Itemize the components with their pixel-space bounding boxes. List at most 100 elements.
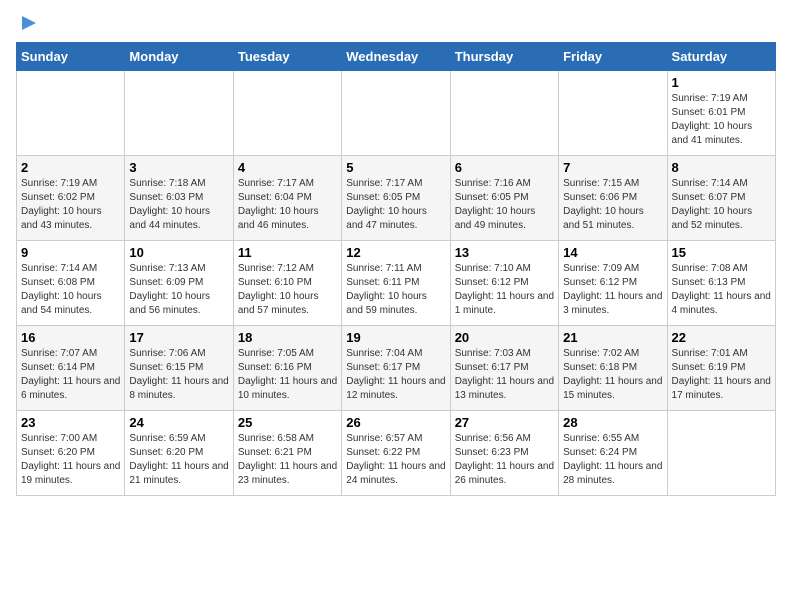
- day-number: 13: [455, 245, 554, 260]
- day-header-friday: Friday: [559, 43, 667, 71]
- day-info: Sunrise: 7:15 AM Sunset: 6:06 PM Dayligh…: [563, 177, 662, 233]
- calendar-cell: [17, 71, 125, 156]
- day-number: 14: [563, 245, 662, 260]
- calendar-cell: 19 Sunrise: 7:04 AM Sunset: 6:17 PM Dayli…: [342, 326, 450, 411]
- day-number: 19: [346, 330, 445, 345]
- day-number: 9: [21, 245, 120, 260]
- day-number: 12: [346, 245, 445, 260]
- day-info: Sunrise: 7:19 AM Sunset: 6:02 PM Dayligh…: [21, 177, 120, 233]
- day-info: Sunrise: 7:07 AM Sunset: 6:14 PM Dayligh…: [21, 347, 120, 403]
- day-number: 15: [672, 245, 771, 260]
- day-number: 17: [129, 330, 228, 345]
- day-number: 20: [455, 330, 554, 345]
- day-info: Sunrise: 7:17 AM Sunset: 6:04 PM Dayligh…: [238, 177, 337, 233]
- day-info: Sunrise: 7:18 AM Sunset: 6:03 PM Dayligh…: [129, 177, 228, 233]
- calendar-cell: 7 Sunrise: 7:15 AM Sunset: 6:06 PM Daylig…: [559, 156, 667, 241]
- day-number: 10: [129, 245, 228, 260]
- page-header: [16, 16, 776, 30]
- day-header-tuesday: Tuesday: [233, 43, 341, 71]
- day-number: 16: [21, 330, 120, 345]
- day-number: 4: [238, 160, 337, 175]
- calendar-cell: 5 Sunrise: 7:17 AM Sunset: 6:05 PM Daylig…: [342, 156, 450, 241]
- calendar-cell: [559, 71, 667, 156]
- calendar-cell: [450, 71, 558, 156]
- day-number: 25: [238, 415, 337, 430]
- day-number: 11: [238, 245, 337, 260]
- day-info: Sunrise: 7:05 AM Sunset: 6:16 PM Dayligh…: [238, 347, 337, 403]
- calendar-cell: 26 Sunrise: 6:57 AM Sunset: 6:22 PM Dayli…: [342, 411, 450, 496]
- calendar-cell: 20 Sunrise: 7:03 AM Sunset: 6:17 PM Dayli…: [450, 326, 558, 411]
- calendar-cell: 17 Sunrise: 7:06 AM Sunset: 6:15 PM Dayli…: [125, 326, 233, 411]
- calendar-cell: [233, 71, 341, 156]
- calendar-cell: 27 Sunrise: 6:56 AM Sunset: 6:23 PM Dayli…: [450, 411, 558, 496]
- day-info: Sunrise: 7:19 AM Sunset: 6:01 PM Dayligh…: [672, 92, 771, 148]
- day-number: 22: [672, 330, 771, 345]
- calendar-cell: [667, 411, 775, 496]
- calendar-cell: 23 Sunrise: 7:00 AM Sunset: 6:20 PM Dayli…: [17, 411, 125, 496]
- calendar-cell: 15 Sunrise: 7:08 AM Sunset: 6:13 PM Dayli…: [667, 241, 775, 326]
- day-info: Sunrise: 7:00 AM Sunset: 6:20 PM Dayligh…: [21, 432, 120, 488]
- calendar-cell: 2 Sunrise: 7:19 AM Sunset: 6:02 PM Daylig…: [17, 156, 125, 241]
- day-info: Sunrise: 6:57 AM Sunset: 6:22 PM Dayligh…: [346, 432, 445, 488]
- day-number: 28: [563, 415, 662, 430]
- day-number: 18: [238, 330, 337, 345]
- day-info: Sunrise: 7:11 AM Sunset: 6:11 PM Dayligh…: [346, 262, 445, 318]
- day-number: 27: [455, 415, 554, 430]
- calendar-cell: 18 Sunrise: 7:05 AM Sunset: 6:16 PM Dayli…: [233, 326, 341, 411]
- day-number: 7: [563, 160, 662, 175]
- day-number: 23: [21, 415, 120, 430]
- day-number: 1: [672, 75, 771, 90]
- day-info: Sunrise: 7:16 AM Sunset: 6:05 PM Dayligh…: [455, 177, 554, 233]
- day-header-monday: Monday: [125, 43, 233, 71]
- day-header-wednesday: Wednesday: [342, 43, 450, 71]
- calendar-cell: 28 Sunrise: 6:55 AM Sunset: 6:24 PM Dayli…: [559, 411, 667, 496]
- day-info: Sunrise: 6:59 AM Sunset: 6:20 PM Dayligh…: [129, 432, 228, 488]
- day-info: Sunrise: 6:58 AM Sunset: 6:21 PM Dayligh…: [238, 432, 337, 488]
- day-info: Sunrise: 7:03 AM Sunset: 6:17 PM Dayligh…: [455, 347, 554, 403]
- calendar-cell: 24Sunrise: 6:59 AM Sunset: 6:20 PM Dayli…: [125, 411, 233, 496]
- day-info: Sunrise: 7:12 AM Sunset: 6:10 PM Dayligh…: [238, 262, 337, 318]
- day-header-thursday: Thursday: [450, 43, 558, 71]
- calendar-cell: 13Sunrise: 7:10 AM Sunset: 6:12 PM Dayli…: [450, 241, 558, 326]
- day-header-sunday: Sunday: [17, 43, 125, 71]
- calendar-cell: 21 Sunrise: 7:02 AM Sunset: 6:18 PM Dayli…: [559, 326, 667, 411]
- calendar-cell: 25 Sunrise: 6:58 AM Sunset: 6:21 PM Dayli…: [233, 411, 341, 496]
- day-info: Sunrise: 7:02 AM Sunset: 6:18 PM Dayligh…: [563, 347, 662, 403]
- calendar-cell: [125, 71, 233, 156]
- day-number: 2: [21, 160, 120, 175]
- day-header-saturday: Saturday: [667, 43, 775, 71]
- calendar-cell: 16 Sunrise: 7:07 AM Sunset: 6:14 PM Dayli…: [17, 326, 125, 411]
- day-info: Sunrise: 7:08 AM Sunset: 6:13 PM Dayligh…: [672, 262, 771, 318]
- day-number: 6: [455, 160, 554, 175]
- day-number: 26: [346, 415, 445, 430]
- day-info: Sunrise: 7:06 AM Sunset: 6:15 PM Dayligh…: [129, 347, 228, 403]
- calendar-cell: [342, 71, 450, 156]
- calendar-cell: 6 Sunrise: 7:16 AM Sunset: 6:05 PM Daylig…: [450, 156, 558, 241]
- day-number: 21: [563, 330, 662, 345]
- calendar-cell: 9 Sunrise: 7:14 AM Sunset: 6:08 PM Daylig…: [17, 241, 125, 326]
- day-info: Sunrise: 7:14 AM Sunset: 6:08 PM Dayligh…: [21, 262, 120, 318]
- day-info: Sunrise: 7:04 AM Sunset: 6:17 PM Dayligh…: [346, 347, 445, 403]
- logo: [16, 16, 40, 30]
- day-info: Sunrise: 7:17 AM Sunset: 6:05 PM Dayligh…: [346, 177, 445, 233]
- day-info: Sunrise: 7:13 AM Sunset: 6:09 PM Dayligh…: [129, 262, 228, 318]
- day-number: 3: [129, 160, 228, 175]
- day-number: 5: [346, 160, 445, 175]
- day-info: Sunrise: 7:14 AM Sunset: 6:07 PM Dayligh…: [672, 177, 771, 233]
- day-info: Sunrise: 7:09 AM Sunset: 6:12 PM Dayligh…: [563, 262, 662, 318]
- day-info: Sunrise: 6:55 AM Sunset: 6:24 PM Dayligh…: [563, 432, 662, 488]
- calendar-cell: 3 Sunrise: 7:18 AM Sunset: 6:03 PM Daylig…: [125, 156, 233, 241]
- day-info: Sunrise: 7:01 AM Sunset: 6:19 PM Dayligh…: [672, 347, 771, 403]
- day-number: 8: [672, 160, 771, 175]
- day-info: Sunrise: 6:56 AM Sunset: 6:23 PM Dayligh…: [455, 432, 554, 488]
- calendar-cell: 4 Sunrise: 7:17 AM Sunset: 6:04 PM Daylig…: [233, 156, 341, 241]
- calendar-cell: 1 Sunrise: 7:19 AM Sunset: 6:01 PM Daylig…: [667, 71, 775, 156]
- calendar-cell: 11 Sunrise: 7:12 AM Sunset: 6:10 PM Dayli…: [233, 241, 341, 326]
- logo-arrow-icon: [18, 12, 40, 34]
- calendar-cell: 8 Sunrise: 7:14 AM Sunset: 6:07 PM Daylig…: [667, 156, 775, 241]
- calendar-table: SundayMondayTuesdayWednesdayThursdayFrid…: [16, 42, 776, 496]
- calendar-cell: 10 Sunrise: 7:13 AM Sunset: 6:09 PM Dayli…: [125, 241, 233, 326]
- calendar-cell: 12 Sunrise: 7:11 AM Sunset: 6:11 PM Dayli…: [342, 241, 450, 326]
- calendar-header: SundayMondayTuesdayWednesdayThursdayFrid…: [17, 43, 776, 71]
- calendar-cell: 22 Sunrise: 7:01 AM Sunset: 6:19 PM Dayli…: [667, 326, 775, 411]
